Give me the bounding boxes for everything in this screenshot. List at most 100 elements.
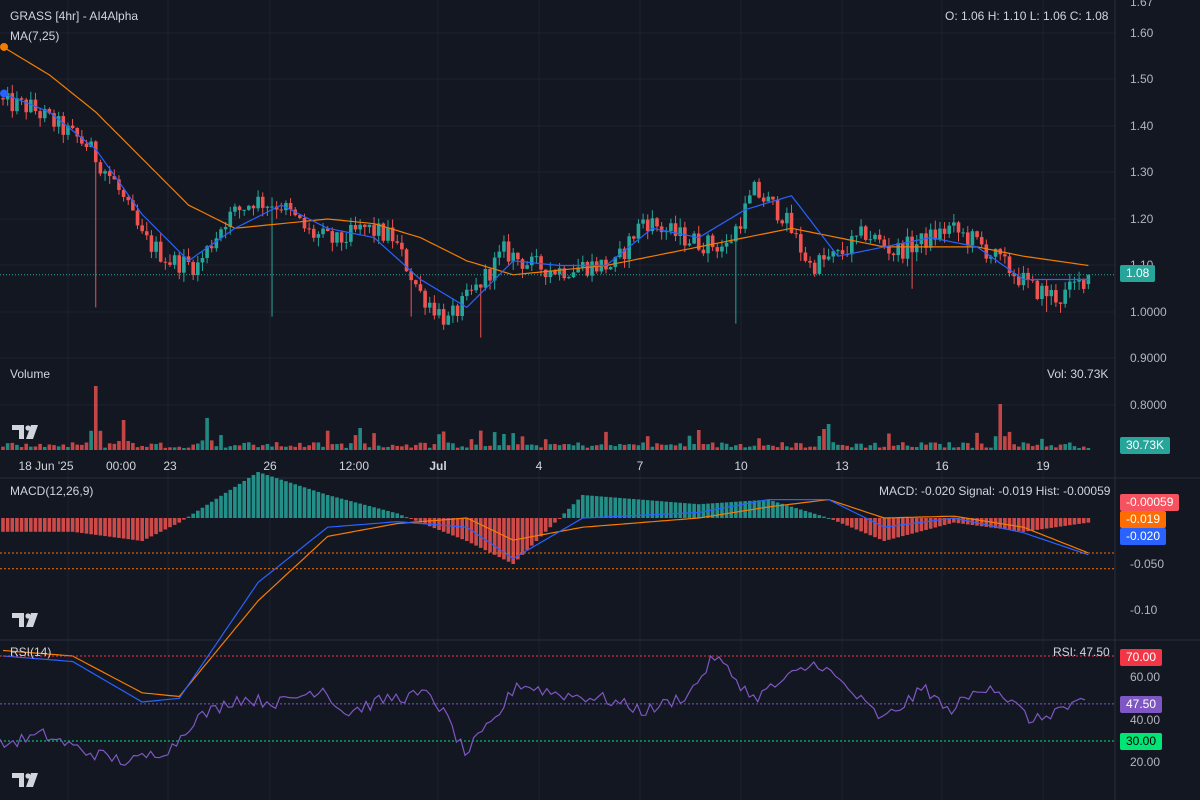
candle-body [557, 268, 562, 275]
macd-histogram-bar [488, 518, 492, 553]
volume-bar [525, 444, 529, 450]
candle-body [854, 235, 859, 237]
candle-body [701, 249, 706, 254]
volume-bar [98, 430, 103, 450]
volume-bar [311, 442, 316, 450]
macd-label[interactable]: MACD(12,26,9) [10, 484, 93, 498]
macd-histogram-bar [61, 518, 66, 532]
tradingview-logo-icon[interactable] [12, 425, 42, 439]
macd-histogram-bar [107, 518, 112, 537]
macd-histogram-bar [427, 518, 432, 527]
candle-body [1, 98, 5, 100]
volume-label[interactable]: Volume [10, 367, 50, 381]
candle-body [1068, 281, 1072, 290]
volume-bar [112, 443, 117, 450]
candle-body [956, 222, 961, 233]
volume-bar [298, 442, 302, 450]
candle-body [641, 219, 645, 224]
macd-histogram-bar [112, 518, 117, 538]
macd-histogram-bar [720, 502, 724, 518]
macd-histogram-bar [460, 518, 464, 540]
candle-body [209, 246, 214, 249]
volume-bar [576, 442, 580, 450]
macd-histogram-bar [126, 518, 131, 540]
macd-histogram-bar [163, 518, 168, 530]
volume-bar [882, 446, 887, 450]
candle-body [10, 93, 15, 112]
volume-bar [659, 444, 664, 450]
volume-bar [891, 445, 896, 450]
tradingview-logo-icon[interactable] [12, 773, 42, 787]
candle-body [316, 234, 321, 238]
macd-histogram-bar [650, 500, 655, 518]
volume-bar [910, 446, 914, 450]
volume-bar [947, 442, 952, 450]
macd-histogram-bar [98, 518, 103, 536]
candle-body [752, 181, 757, 196]
macd-histogram-bar [325, 495, 330, 518]
macd-histogram-bar [279, 479, 284, 518]
volume-bar [571, 445, 576, 450]
candle-body [715, 247, 720, 252]
macd-histogram-bar [38, 518, 42, 532]
candle-body [882, 239, 887, 247]
macd-histogram-bar [219, 495, 223, 518]
macd-histogram-bar [594, 496, 599, 518]
candle-body [451, 305, 455, 316]
candle-body [859, 226, 863, 236]
candle-body [172, 255, 177, 265]
candle-body [103, 171, 107, 174]
volume-bar [924, 444, 928, 450]
macd-histogram-bar [854, 518, 859, 530]
volume-bar [5, 443, 10, 450]
volume-bar [896, 445, 900, 450]
macd-histogram-bar [891, 518, 896, 539]
macd-histogram-bar [214, 498, 219, 518]
candle-body [140, 225, 144, 232]
tradingview-logo-icon[interactable] [12, 613, 42, 627]
rsi-readout: RSI: 47.50 [1053, 645, 1110, 659]
candle-body [358, 224, 362, 230]
candle-body [775, 199, 780, 221]
ma-slow-marker [0, 42, 8, 51]
macd-histogram-bar [1030, 518, 1035, 531]
time-tick: 18 Jun '25 [18, 459, 74, 473]
macd-histogram-bar [933, 518, 938, 528]
candle-body [469, 289, 474, 291]
volume-badge: 30.73K [1120, 437, 1171, 454]
rsi-label[interactable]: RSI(14) [10, 645, 51, 659]
chart-title: GRASS [4hr] - AI4Alpha [10, 9, 139, 23]
volume-bar [196, 443, 200, 450]
volume-bar [539, 447, 543, 450]
candle-body [692, 233, 696, 244]
volume-bar [641, 442, 645, 450]
ma-indicator-label[interactable]: MA(7,25) [10, 29, 59, 43]
macd-histogram-bar [910, 518, 914, 534]
volume-bar [52, 445, 56, 450]
macd-histogram-bar [233, 486, 237, 518]
volume-bar [914, 447, 919, 450]
volume-bar [822, 428, 826, 450]
macd-histogram-bar [1086, 518, 1091, 523]
macd-histogram-bar [288, 482, 293, 518]
candle-body [636, 223, 641, 239]
macd-histogram-bar [19, 518, 24, 532]
candle-body [1072, 281, 1077, 283]
volume-bar [386, 446, 390, 450]
candle-body [144, 231, 149, 236]
volume-bar [998, 404, 1003, 450]
volume-bar [107, 443, 112, 450]
macd-histogram-bar [618, 497, 622, 518]
volume-bar [989, 447, 993, 450]
macd-histogram-bar [766, 499, 771, 518]
macd-histogram-bar [1063, 518, 1067, 526]
volume-bar [887, 433, 891, 450]
trading-chart[interactable] [0, 0, 1200, 800]
volume-bar [683, 446, 687, 450]
volume-bar [335, 444, 339, 450]
volume-bar [599, 444, 604, 450]
volume-bar [613, 446, 618, 450]
candle-body [446, 315, 451, 325]
macd-histogram-bar [483, 518, 488, 551]
macd-histogram-bar [321, 493, 325, 518]
